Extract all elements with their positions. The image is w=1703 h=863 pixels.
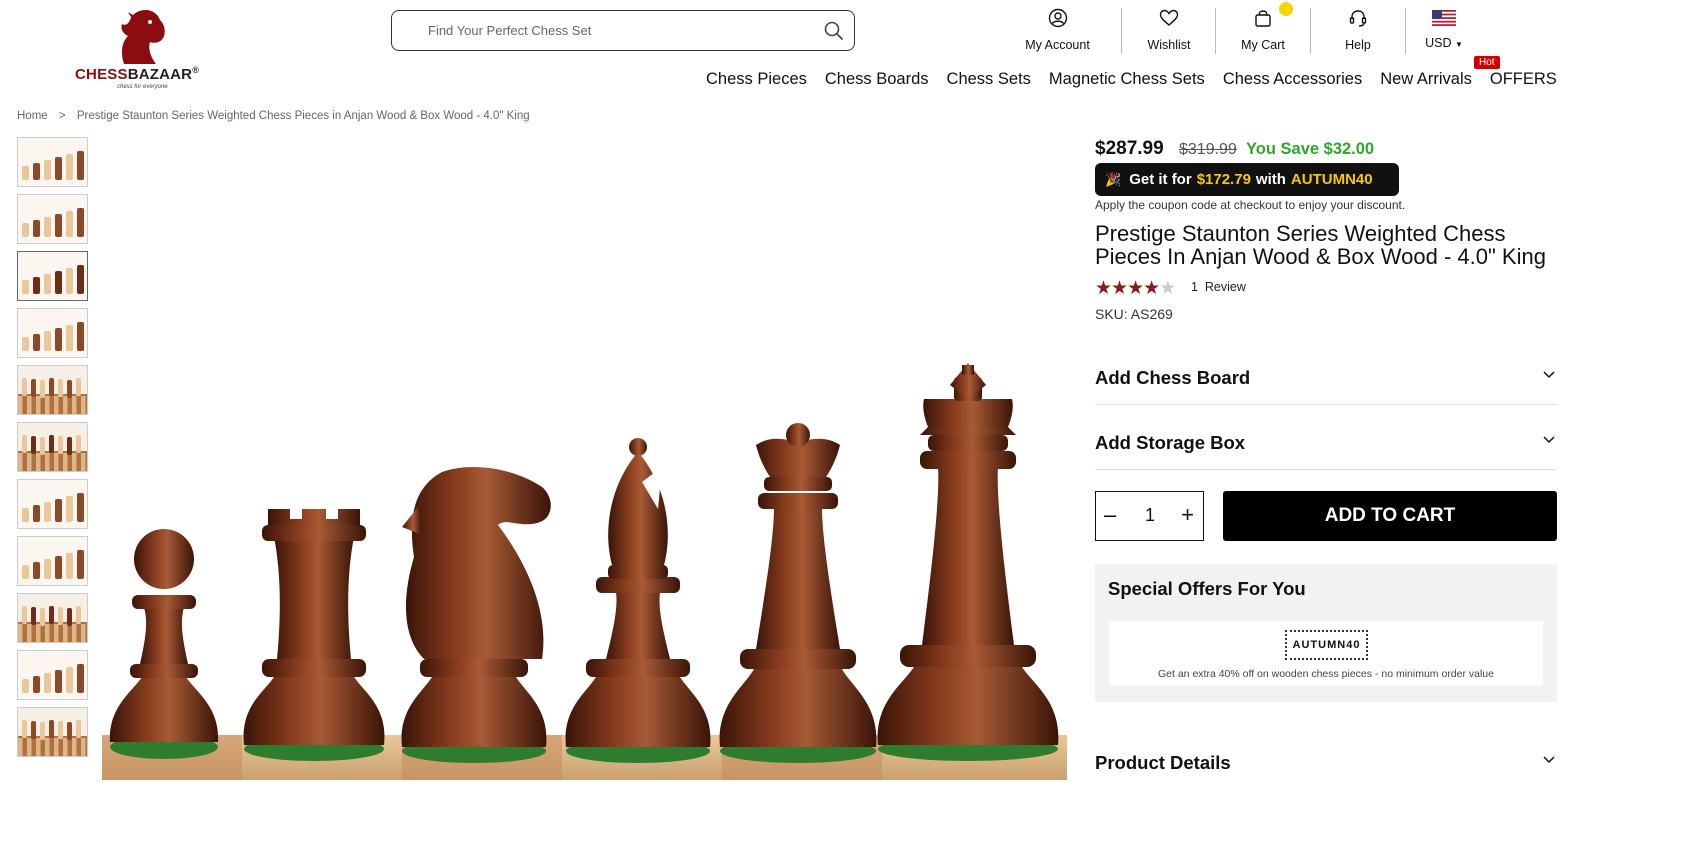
product-thumbnail[interactable]: [17, 593, 88, 643]
brand-tagline: chess for everyone: [117, 84, 168, 90]
king-piece: [877, 363, 1059, 761]
star-icon: ★: [1127, 278, 1144, 299]
nav-new-arrivals[interactable]: New Arrivals: [1380, 70, 1472, 94]
quantity-increase-button[interactable]: +: [1181, 502, 1194, 528]
star-empty-icon: ★: [1159, 278, 1176, 299]
help-link[interactable]: Help: [1323, 6, 1393, 54]
star-icon: ★: [1095, 278, 1112, 299]
cart-count-badge: [1279, 2, 1293, 16]
savings-text: You Save $32.00: [1246, 140, 1375, 158]
accordion-add-storage-box[interactable]: Add Storage Box: [1095, 418, 1557, 470]
product-title: Prestige Staunton Series Weighted Chess …: [1095, 221, 1546, 269]
heart-icon: [1159, 9, 1179, 26]
offer-description: Get an extra 40% off on wooden chess pie…: [1158, 668, 1494, 680]
product-thumbnail[interactable]: [17, 650, 88, 700]
quantity-decrease-button[interactable]: –: [1104, 502, 1116, 528]
currency-selector[interactable]: USD ▼: [1420, 6, 1468, 54]
quantity-stepper: – 1 +: [1095, 491, 1204, 541]
nav-chess-sets[interactable]: Chess Sets: [947, 70, 1031, 94]
divider: [1121, 8, 1122, 54]
nav-chess-accessories[interactable]: Chess Accessories: [1223, 70, 1362, 94]
nav-chess-boards[interactable]: Chess Boards: [825, 70, 929, 94]
main-nav: Chess Pieces Chess Boards Chess Sets Mag…: [706, 70, 1575, 94]
chevron-down-icon: [1543, 436, 1555, 444]
breadcrumb-home[interactable]: Home: [17, 110, 48, 122]
nav-magnetic-chess-sets[interactable]: Magnetic Chess Sets: [1049, 70, 1205, 94]
star-icon: ★: [1111, 278, 1128, 299]
chevron-down-icon: [1543, 371, 1555, 379]
product-thumbnail[interactable]: [17, 308, 88, 358]
pawn-piece: [109, 529, 219, 759]
product-thumbnail[interactable]: [17, 194, 88, 244]
accordion-add-chess-board[interactable]: Add Chess Board: [1095, 353, 1557, 405]
main-product-image[interactable]: [102, 137, 1067, 780]
breadcrumb: Home > Prestige Staunton Series Weighted…: [17, 110, 538, 122]
review-link[interactable]: 1 Review: [1191, 280, 1246, 294]
product-price: $287.99: [1095, 138, 1164, 159]
wishlist-link[interactable]: Wishlist: [1134, 6, 1204, 54]
star-rating: ★★★★★: [1095, 277, 1176, 300]
search-icon[interactable]: [824, 21, 844, 41]
product-thumbnail[interactable]: [17, 137, 88, 187]
product-sku: SKU: AS269: [1095, 306, 1173, 322]
horse-logo-icon: [121, 10, 165, 64]
party-popper-icon: 🎉: [1105, 171, 1122, 187]
hot-badge: Hot: [1474, 56, 1500, 69]
product-thumbnail[interactable]: [17, 422, 88, 472]
divider: [1405, 8, 1406, 54]
search-bar: [391, 10, 855, 51]
divider: [1215, 8, 1216, 54]
product-thumbnail[interactable]: [17, 707, 88, 757]
breadcrumb-current: Prestige Staunton Series Weighted Chess …: [76, 110, 530, 122]
user-icon: [1048, 8, 1067, 28]
add-to-cart-button[interactable]: ADD TO CART: [1223, 491, 1557, 541]
bishop-piece: [565, 438, 711, 763]
breadcrumb-separator: >: [58, 110, 66, 122]
brand-logo[interactable]: CHESSBAZAAR® chess for everyone: [72, 8, 212, 92]
chevron-down-icon: ▼: [1454, 40, 1463, 49]
nav-chess-pieces[interactable]: Chess Pieces: [706, 70, 807, 94]
offer-card: AUTUMN40 Get an extra 40% off on wooden …: [1109, 621, 1543, 685]
coupon-code[interactable]: AUTUMN40: [1285, 630, 1368, 660]
headset-icon: [1349, 10, 1367, 27]
product-thumbnail[interactable]: [17, 479, 88, 529]
search-input[interactable]: [428, 11, 808, 50]
chess-pieces-illustration: [102, 363, 1067, 780]
original-price: $319.99: [1179, 141, 1237, 158]
product-thumbnail[interactable]: [17, 251, 88, 301]
knight-piece: [401, 467, 551, 763]
coupon-note: Apply the coupon code at checkout to enj…: [1095, 198, 1406, 212]
chevron-down-icon: [1543, 756, 1555, 764]
star-icon: ★: [1143, 278, 1160, 299]
shopping-bag-icon: [1255, 10, 1271, 27]
coupon-banner: 🎉 Get it for $172.79 with AUTUMN40: [1095, 163, 1399, 196]
us-flag-icon: [1432, 10, 1456, 26]
product-thumbnail[interactable]: [17, 536, 88, 586]
my-account-link[interactable]: My Account: [1020, 6, 1095, 54]
accordion-product-details[interactable]: Product Details: [1095, 738, 1557, 790]
special-offers-heading: Special Offers For You: [1108, 578, 1306, 599]
queen-piece: [719, 423, 877, 763]
special-offers-panel: Special Offers For You AUTUMN40 Get an e…: [1095, 564, 1557, 702]
divider: [1310, 8, 1311, 54]
product-thumbnail[interactable]: [17, 365, 88, 415]
rook-piece: [243, 509, 385, 761]
nav-offers[interactable]: OFFERS: [1490, 70, 1557, 94]
quantity-value[interactable]: 1: [1142, 505, 1158, 526]
brand-name: CHESSBAZAAR®: [75, 65, 200, 83]
